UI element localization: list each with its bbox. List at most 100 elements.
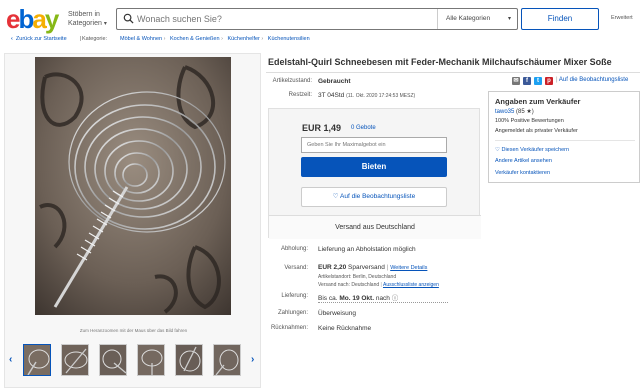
browse-categories[interactable]: Stöbern in Kategorien ▾ — [68, 10, 107, 29]
save-seller-label: Diesen Verkäufer speichern — [501, 147, 570, 153]
email-icon[interactable]: ✉ — [512, 77, 520, 85]
search-box: Alle Kategorien ▾ — [116, 8, 518, 30]
find-button[interactable]: Finden — [521, 8, 599, 30]
thumbnail[interactable] — [61, 344, 89, 376]
returns-label: Rücknahmen: — [270, 325, 308, 331]
thumbnail[interactable] — [99, 344, 127, 376]
pickup-value: Lieferung an Abholstation möglich — [318, 246, 416, 253]
time-left-value: 3T 04Std — [318, 92, 345, 99]
breadcrumb-item[interactable]: Küchenhelfer — [227, 36, 259, 42]
main-product-image[interactable] — [35, 57, 231, 315]
bid-box: EUR 1,49 0 Gebote Bieten ♡ Auf die Beoba… — [268, 108, 481, 239]
shipping-value: EUR 2,20 Sparversand | Weitere Details — [318, 264, 427, 271]
chevron-down-icon: ▾ — [103, 21, 107, 27]
breadcrumb-item[interactable]: Kochen & Genießen — [170, 36, 220, 42]
time-left: 3T 04Std (11. Okt. 2020 17:24:53 MESZ) — [318, 92, 415, 99]
current-price: EUR 1,49 — [302, 123, 342, 133]
logo-letter-e: e — [6, 4, 21, 34]
divider — [495, 140, 635, 141]
twitter-icon[interactable]: t — [534, 77, 542, 85]
search-icon — [123, 13, 134, 24]
delivery-label: Lieferung: — [281, 293, 308, 299]
separator: | — [556, 77, 558, 83]
ships-from: Versand aus Deutschland — [269, 215, 481, 239]
back-link-label: Zurück zur Startseite — [15, 36, 67, 42]
time-left-label: Restzeit: — [288, 92, 312, 98]
thumbnail-strip: ‹ › — [9, 341, 259, 379]
breadcrumb-item[interactable]: Möbel & Wohnen — [120, 36, 162, 42]
watchlist-link-label: Auf die Beobachtungsliste — [558, 77, 629, 83]
bid-count-link[interactable]: 0 Gebote — [351, 125, 376, 131]
shipping-type: Sparversand — [348, 264, 385, 271]
advanced-search-link[interactable]: Erweitert — [611, 15, 633, 21]
watchlist-button[interactable]: ♡ Auf die Beobachtungsliste — [301, 187, 447, 207]
thumbnail[interactable] — [23, 344, 51, 376]
heart-icon: ♡ — [332, 193, 339, 200]
seller-username: tawo35 — [495, 109, 515, 115]
seller-name[interactable]: tawo35 (85 ★) — [495, 108, 534, 115]
condition-value: Gebraucht — [318, 78, 351, 85]
seller-heading: Angaben zum Verkäufer — [495, 97, 581, 106]
pinterest-icon[interactable]: p — [545, 77, 553, 85]
breadcrumb: ‹ Zurück zur Startseite | Kategorie: Möb… — [0, 36, 640, 46]
back-link[interactable]: ‹ Zurück zur Startseite — [11, 36, 67, 42]
max-bid-input[interactable] — [301, 137, 447, 153]
browse-line1: Stöbern in — [68, 11, 100, 18]
shipping-price: EUR 2,20 — [318, 264, 347, 271]
ships-to-value: Versand nach: Deutschland — [318, 282, 380, 288]
facebook-icon[interactable]: f — [523, 77, 531, 85]
seller-feedback-score: (85 ★) — [516, 109, 534, 115]
pickup-label: Abholung: — [280, 246, 308, 252]
item-title: Edelstahl-Quirl Schneebesen mit Feder-Me… — [268, 57, 612, 67]
whisk-photo — [35, 57, 231, 315]
browse-line2: Kategorien — [68, 20, 102, 27]
seller-box: Angaben zum Verkäufer tawo35 (85 ★) 100%… — [488, 91, 640, 183]
watchlist-link[interactable]: | Auf die Beobachtungsliste — [556, 77, 628, 83]
chevron-left-icon[interactable]: ‹ — [9, 354, 12, 365]
chevron-right-icon: › — [163, 36, 166, 42]
save-seller-link[interactable]: ♡ Diesen Verkäufer speichern — [495, 147, 569, 153]
header: ebay Stöbern in Kategorien ▾ Alle Katego… — [0, 0, 640, 38]
breadcrumb-item[interactable]: Küchenutensilien — [268, 36, 310, 42]
thumbnail[interactable] — [213, 344, 241, 376]
item-location: Artikelstandort: Berlin, Deutschland — [318, 274, 397, 280]
condition-label: Artikelzustand: — [272, 78, 312, 84]
chevron-right-icon[interactable]: › — [251, 354, 254, 365]
ebay-logo[interactable]: ebay — [6, 4, 60, 34]
delivery-value: Bis ca. Mo. 19 Okt. nach ⓘ — [318, 292, 448, 303]
seller-type: Angemeldet als privater Verkäufer — [495, 128, 578, 134]
heart-icon: ♡ — [495, 147, 500, 153]
delivery-date: Mo. 19 Okt. — [339, 295, 375, 302]
image-gallery: Zum Heranzoomen mit der Maus über das Bi… — [4, 53, 261, 388]
end-time: (11. Okt. 2020 17:24:53 MESZ) — [346, 93, 416, 99]
category-select-value: Alle Kategorien — [446, 15, 491, 22]
returns-value: Keine Rücknahme — [318, 325, 372, 332]
logo-letter-a: a — [32, 4, 47, 34]
logo-letter-y: y — [44, 4, 60, 34]
shipping-details-link[interactable]: Weitere Details — [390, 265, 427, 271]
divider — [266, 72, 640, 73]
payment-label: Zahlungen: — [277, 310, 308, 316]
breadcrumb-category-label: Kategorie: — [82, 36, 108, 42]
separator: | — [386, 264, 389, 271]
chevron-right-icon: › — [221, 36, 223, 42]
delivery-prefix: Bis ca. — [318, 295, 338, 302]
info-icon[interactable]: ⓘ — [392, 295, 399, 302]
exclusions-link[interactable]: Ausschlussliste anzeigen — [383, 282, 439, 288]
chevron-down-icon: ▾ — [507, 16, 511, 22]
breadcrumb-items: Möbel & Wohnen › Kochen & Genießen › Küc… — [120, 36, 310, 42]
thumbnail[interactable] — [137, 344, 165, 376]
contact-seller-link[interactable]: Verkäufer kontaktieren — [495, 170, 550, 176]
other-items-link[interactable]: Andere Artikel ansehen — [495, 158, 552, 164]
thumbnail[interactable] — [175, 344, 203, 376]
zoom-hint: Zum Heranzoomen mit der Maus über das Bi… — [79, 328, 188, 333]
chevron-right-icon: › — [261, 36, 264, 42]
separator: | — [380, 282, 382, 288]
logo-letter-b: b — [18, 4, 34, 34]
category-select[interactable]: Alle Kategorien ▾ — [437, 9, 517, 29]
watchlist-button-label: Auf die Beobachtungsliste — [340, 193, 416, 200]
bid-button[interactable]: Bieten — [301, 157, 447, 177]
payment-value: Überweisung — [318, 310, 356, 317]
shipping-label: Versand: — [284, 265, 308, 271]
search-input[interactable] — [137, 11, 437, 27]
